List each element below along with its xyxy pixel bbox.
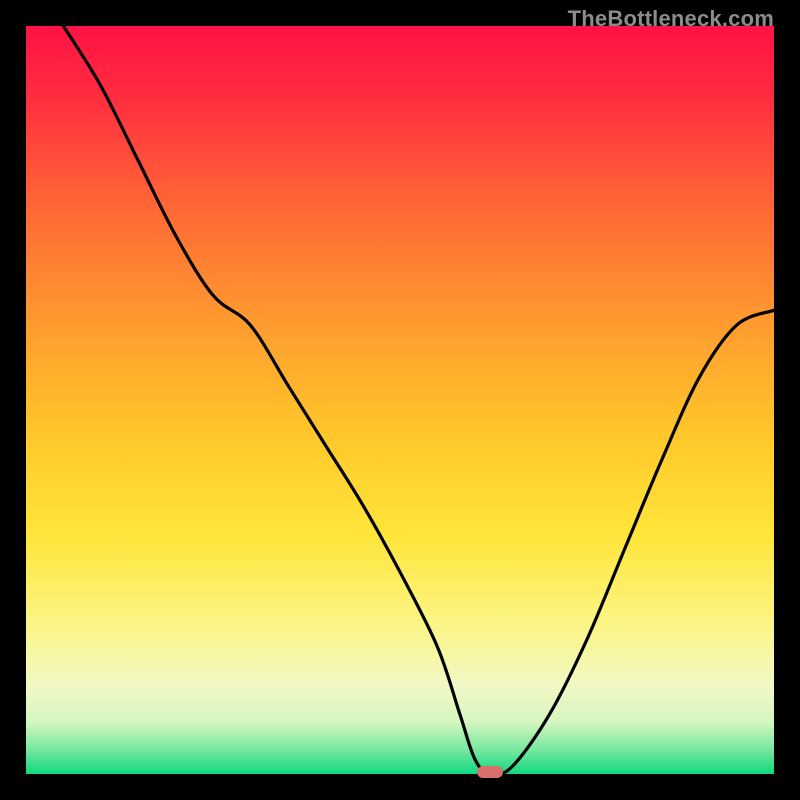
bottleneck-chart: TheBottleneck.com [0,0,800,800]
gradient-background [26,26,774,774]
watermark-text: TheBottleneck.com [568,6,774,32]
plot-area [26,26,774,774]
optimal-point-marker [477,766,503,778]
